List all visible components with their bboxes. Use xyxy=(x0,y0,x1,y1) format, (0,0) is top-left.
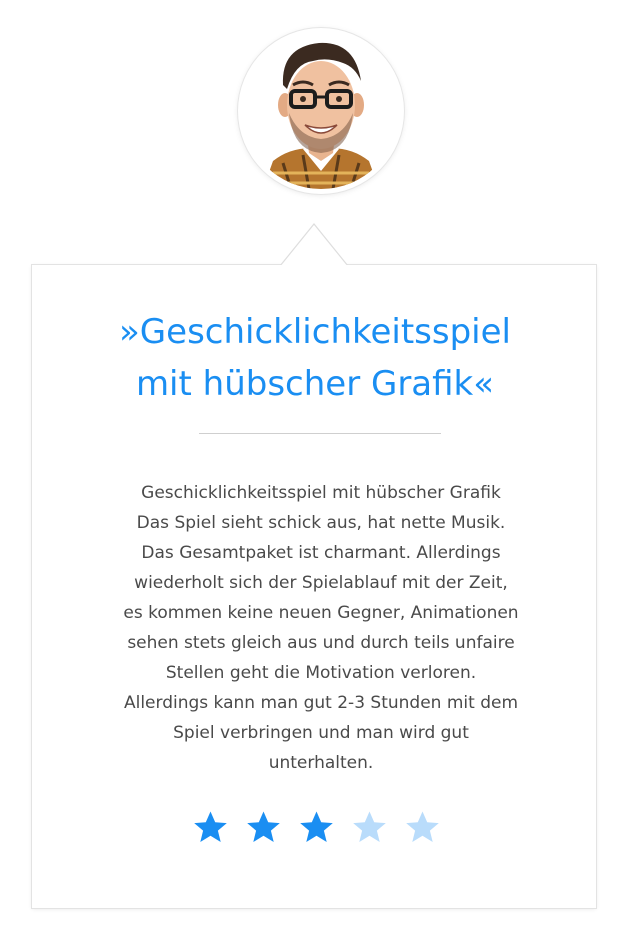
review-line: wiederholt sich der Spielablauf mit der … xyxy=(134,573,508,593)
review-line: Das Spiel sieht schick aus, hat nette Mu… xyxy=(136,513,506,533)
star-filled-icon xyxy=(299,810,334,845)
star-filled-icon xyxy=(193,810,228,845)
card-pointer xyxy=(280,223,348,267)
review-text: Geschicklichkeitsspiel mit hübscher Graf… xyxy=(80,478,562,778)
review-line: es kommen keine neuen Gegner, Animatione… xyxy=(123,603,519,623)
star-filled-icon xyxy=(246,810,281,845)
review-title: »Geschicklichkeitsspiel mit hübscher Gra… xyxy=(0,306,630,410)
star-empty-icon xyxy=(405,810,440,845)
review-title-line: mit hübscher Grafik« xyxy=(135,364,495,404)
review-line: Das Gesamtpaket ist charmant. Allerdings xyxy=(141,543,501,563)
star-empty-icon xyxy=(352,810,387,845)
review-line: Spiel verbringen und man wird gut xyxy=(173,723,469,743)
review-line: unterhalten. xyxy=(268,753,374,773)
avatar-illustration xyxy=(263,42,379,189)
reviewer-avatar xyxy=(243,33,399,189)
review-line: Allerdings kann man gut 2-3 Stunden mit … xyxy=(123,693,519,713)
title-divider xyxy=(199,433,441,434)
review-line: Stellen geht die Motivation verloren. xyxy=(165,663,477,683)
rating-stars xyxy=(193,810,440,850)
review-line: sehen stets gleich aus und durch teils u… xyxy=(127,633,515,653)
avatar-frame xyxy=(238,28,404,194)
review-line: Geschicklichkeitsspiel mit hübscher Graf… xyxy=(141,483,501,503)
review-title-line: »Geschicklichkeitsspiel xyxy=(119,312,511,352)
